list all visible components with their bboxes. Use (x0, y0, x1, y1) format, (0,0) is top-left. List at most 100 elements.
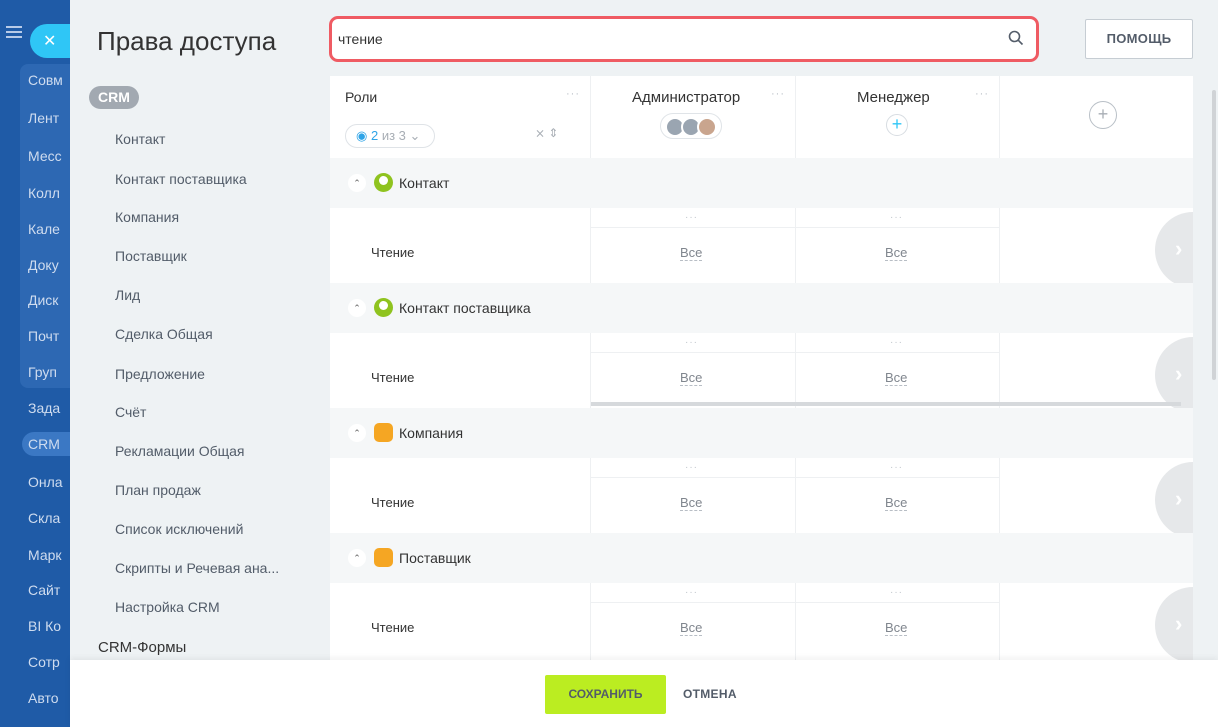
cell-more-icon[interactable]: ··· (685, 462, 698, 473)
menu-item[interactable]: Контакт поставщика (115, 171, 247, 187)
menu-item[interactable]: Счёт (115, 404, 146, 420)
portal-sidebar-item[interactable]: Почт (28, 328, 70, 344)
cell-more-icon[interactable]: ··· (685, 337, 698, 348)
cell-more-icon[interactable]: ··· (890, 462, 903, 473)
person-icon (374, 298, 393, 317)
chevron-up-icon[interactable]: ⌃ (348, 549, 366, 567)
chevron-right-icon: › (1175, 361, 1183, 386)
chevron-up-icon[interactable]: ⌃ (348, 424, 366, 442)
portal-sidebar-item[interactable]: Сотр (28, 654, 70, 670)
building-icon (374, 548, 393, 567)
permission-value[interactable]: Все (885, 245, 908, 261)
save-button[interactable]: СОХРАНИТЬ (545, 675, 666, 714)
collapse-expand-icon[interactable]: ⨯ ⇕ (535, 126, 558, 140)
permission-value[interactable]: Все (680, 495, 703, 511)
permission-row: ··· ··· Чтение Все Все (330, 458, 999, 532)
section-title: Контакт (399, 175, 450, 191)
portal-sidebar-item[interactable]: Скла (28, 510, 70, 526)
portal-sidebar-item[interactable]: Совм (28, 72, 70, 88)
cancel-button[interactable]: ОТМЕНА (683, 675, 737, 714)
section-header[interactable]: ⌃ Контакт (330, 158, 1193, 208)
portal-sidebar-item[interactable]: Доку (28, 257, 70, 273)
permission-value[interactable]: Все (885, 370, 908, 386)
chevron-up-icon[interactable]: ⌃ (348, 299, 366, 317)
menu-item-crm-forms[interactable]: CRM-Формы (98, 639, 186, 656)
add-role-button[interactable]: + (1089, 101, 1117, 129)
menu-item[interactable]: Компания (115, 209, 179, 225)
portal-sidebar-item[interactable]: Колл (28, 185, 70, 201)
permission-label: Чтение (371, 620, 415, 635)
section-title: Компания (399, 425, 464, 441)
portal-sidebar-item[interactable]: Сайт (28, 582, 70, 598)
cell-more-icon[interactable]: ··· (890, 212, 903, 223)
role-filter-count: 2 (370, 128, 379, 143)
chevron-right-icon: › (1175, 236, 1183, 261)
menu-item[interactable]: Список исключений (115, 521, 243, 537)
chevron-right-icon: › (1175, 486, 1183, 511)
permission-value[interactable]: Все (680, 370, 703, 386)
menu-item[interactable]: Рекламации Общая (115, 443, 245, 459)
access-rights-panel: Права доступа ПОМОЩЬ CRM Контакт Контакт… (70, 0, 1218, 727)
roles-more-icon[interactable]: ··· (566, 88, 580, 100)
horizontal-scrollbar[interactable] (591, 402, 1181, 406)
search-input[interactable] (338, 25, 998, 53)
search-box[interactable] (329, 16, 1039, 62)
role-filter-pill[interactable]: ◉ 2 из 3 ⌄ (345, 124, 435, 148)
portal-sidebar-item[interactable]: Онла (28, 474, 70, 490)
menu-item[interactable]: Поставщик (115, 248, 187, 264)
permissions-table: Роли ··· ◉ 2 из 3 ⌄ ⨯ ⇕ Администратор ··… (330, 76, 1193, 660)
permission-value[interactable]: Все (885, 620, 908, 636)
left-menu: CRM Контакт Контакт поставщика Компания … (70, 76, 330, 660)
cell-more-icon[interactable]: ··· (685, 212, 698, 223)
vertical-scrollbar[interactable] (1212, 90, 1216, 380)
menu-item[interactable]: План продаж (115, 482, 201, 498)
admin-avatars[interactable] (660, 113, 722, 139)
role-filter-total: из 3 (381, 128, 406, 143)
permission-value[interactable]: Все (680, 620, 703, 636)
cell-more-icon[interactable]: ··· (890, 587, 903, 598)
section-header[interactable]: ⌃ Поставщик (330, 533, 1193, 583)
permission-value[interactable]: Все (680, 245, 703, 261)
page-title: Права доступа (97, 26, 277, 56)
portal-sidebar-item[interactable]: Авто (28, 690, 70, 706)
avatar (697, 117, 717, 137)
column-more-icon[interactable]: ··· (975, 88, 989, 100)
add-user-icon[interactable]: + (886, 114, 908, 136)
permission-value[interactable]: Все (885, 495, 908, 511)
row-divider (591, 602, 999, 603)
portal-sidebar-item[interactable]: Зада (28, 400, 70, 416)
scroll-right-button[interactable]: › (1155, 587, 1193, 660)
scroll-right-button[interactable]: › (1155, 462, 1193, 538)
chevron-right-icon: › (1175, 611, 1183, 636)
search-icon[interactable] (1008, 30, 1024, 46)
menu-item[interactable]: Контакт (115, 131, 165, 147)
scroll-right-button[interactable]: › (1155, 212, 1193, 288)
section-title: Контакт поставщика (399, 300, 531, 316)
portal-sidebar-item[interactable]: Груп (28, 364, 70, 380)
section-header[interactable]: ⌃ Контакт поставщика (330, 283, 1193, 333)
portal-sidebar-item[interactable]: Диск (28, 292, 70, 308)
section-header[interactable]: ⌃ Компания (330, 408, 1193, 458)
column-title-admin: Администратор (632, 89, 741, 106)
cell-more-icon[interactable]: ··· (890, 337, 903, 348)
menu-item[interactable]: Предложение (115, 366, 205, 382)
portal-sidebar-item[interactable]: BI Ко (28, 618, 70, 634)
cell-more-icon[interactable]: ··· (685, 587, 698, 598)
menu-burger-icon[interactable] (6, 26, 22, 38)
portal-sidebar-item[interactable]: Марк (28, 547, 70, 563)
close-slider-button[interactable]: ✕ (30, 24, 70, 58)
menu-item[interactable]: Сделка Общая (115, 326, 213, 342)
menu-item[interactable]: Лид (115, 287, 140, 303)
portal-sidebar-item[interactable]: Лент (28, 110, 70, 126)
menu-item[interactable]: Настройка CRM (115, 599, 220, 615)
close-icon: ✕ (43, 33, 57, 50)
chevron-up-icon[interactable]: ⌃ (348, 174, 366, 192)
person-icon (374, 173, 393, 192)
help-button[interactable]: ПОМОЩЬ (1085, 19, 1193, 59)
portal-sidebar-item[interactable]: Месс (28, 148, 70, 164)
portal-sidebar-item[interactable]: Кале (28, 221, 70, 237)
permission-row: ··· ··· Чтение Все Все (330, 333, 999, 407)
column-more-icon[interactable]: ··· (771, 88, 785, 100)
menu-item[interactable]: Скрипты и Речевая ана... (115, 560, 279, 576)
menu-section-crm[interactable]: CRM (89, 86, 139, 109)
